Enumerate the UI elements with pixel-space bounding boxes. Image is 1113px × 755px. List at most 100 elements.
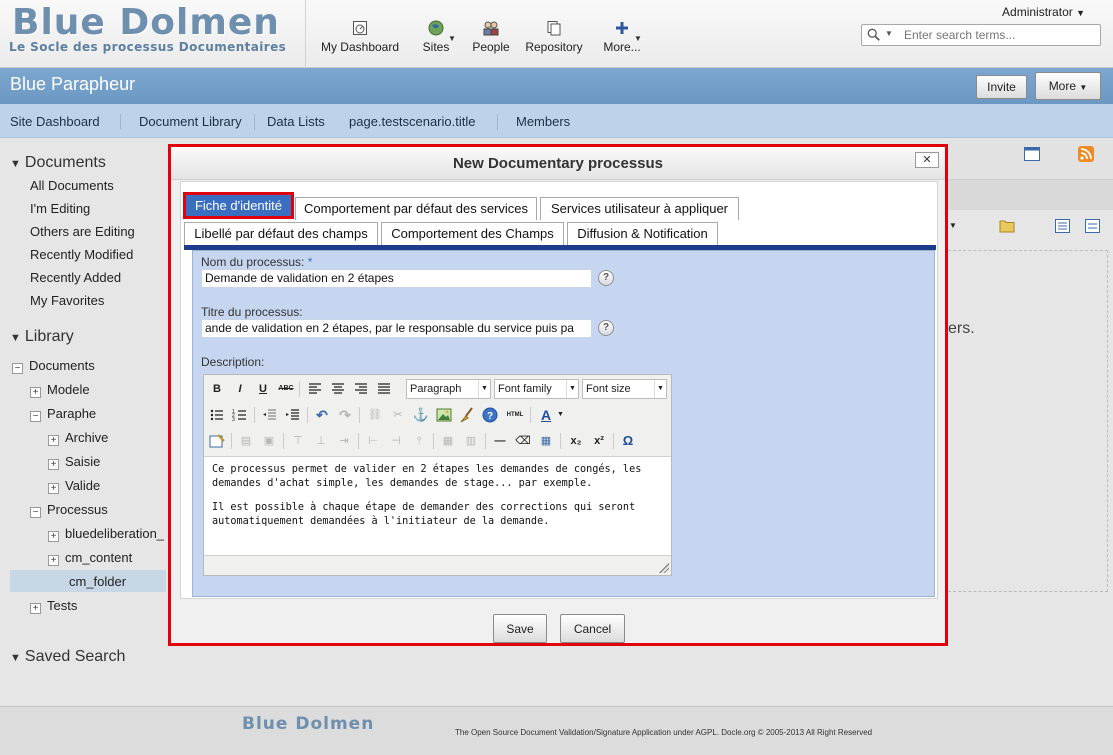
insert-col-after-icon[interactable]: ⊣ (387, 432, 405, 450)
subscript-icon[interactable]: x₂ (567, 432, 585, 450)
tab-comportement-champs[interactable]: Comportement des Champs (381, 222, 564, 245)
tab-libelle-champs[interactable]: Libellé par défaut des champs (184, 222, 378, 245)
tree-node-saisie[interactable]: + Saisie (48, 454, 100, 470)
font-size-select[interactable]: Font size ▼ (582, 379, 667, 399)
unlink-icon[interactable]: ✂ (389, 406, 407, 424)
search-box[interactable]: ▼ (861, 24, 1101, 46)
tree-node-valide[interactable]: + Valide (48, 478, 100, 494)
insert-col-before-icon[interactable]: ⊢ (364, 432, 382, 450)
collapse-icon[interactable]: − (12, 363, 23, 374)
tree-node-tests[interactable]: + Tests (30, 598, 77, 614)
expand-icon[interactable]: + (48, 555, 59, 566)
italic-icon[interactable]: I (231, 380, 249, 398)
filter-im-editing[interactable]: I'm Editing (30, 201, 90, 216)
image-icon[interactable] (435, 406, 453, 424)
remove-format-icon[interactable]: ⌫ (514, 432, 532, 450)
dropdown-caret-icon[interactable]: ▼ (949, 221, 957, 230)
anchor-icon[interactable]: ⚓ (412, 406, 430, 424)
nav-testscenario[interactable]: page.testscenario.title (349, 114, 475, 129)
tree-node-documents[interactable]: − Documents (12, 358, 95, 374)
text-color-caret-icon[interactable]: ▼ (557, 411, 564, 418)
table-row-props-icon[interactable]: ▤ (237, 432, 255, 450)
process-name-input[interactable]: Demande de validation en 2 étapes (201, 269, 592, 288)
nav-sites[interactable]: Sites ▼ (418, 20, 456, 54)
filter-recently-added[interactable]: Recently Added (30, 270, 121, 285)
link-icon[interactable]: ⛓ (366, 406, 384, 424)
filter-all-documents[interactable]: All Documents (30, 178, 114, 193)
expand-icon[interactable]: + (48, 459, 59, 470)
cleanup-brush-icon[interactable] (458, 406, 476, 424)
expand-icon[interactable]: + (30, 387, 41, 398)
horizontal-rule-icon[interactable]: — (491, 432, 509, 450)
tree-node-cm-content[interactable]: + cm_content (48, 550, 132, 566)
table-cell-props-icon[interactable]: ▣ (260, 432, 278, 450)
delete-col-icon[interactable]: ⫯ (410, 432, 428, 450)
insert-table-icon[interactable] (208, 432, 226, 450)
align-justify-icon[interactable] (375, 380, 393, 398)
text-color-icon[interactable]: A (537, 406, 555, 424)
insert-row-after-icon[interactable]: ⊥ (312, 432, 330, 450)
tab-comportement-services[interactable]: Comportement par défaut des services (295, 197, 537, 220)
nav-data-lists[interactable]: Data Lists (267, 114, 325, 129)
nav-members[interactable]: Members (516, 114, 570, 129)
nav-site-dashboard[interactable]: Site Dashboard (10, 114, 100, 129)
insert-row-before-icon[interactable]: ⊤ (289, 432, 307, 450)
help-icon[interactable]: ? (598, 270, 614, 286)
panel-toggle-icon[interactable] (1024, 147, 1040, 161)
site-more-button[interactable]: More ▼ (1035, 72, 1101, 100)
rss-icon[interactable] (1078, 146, 1094, 162)
underline-icon[interactable]: U (254, 380, 272, 398)
split-cells-icon[interactable]: ▦ (439, 432, 457, 450)
html-source-icon[interactable]: HTML (504, 406, 526, 424)
expand-icon[interactable]: + (48, 531, 59, 542)
align-center-icon[interactable] (329, 380, 347, 398)
close-button[interactable]: ✕ (915, 152, 939, 168)
detailed-view-icon[interactable] (1055, 219, 1070, 233)
resize-grip-icon[interactable] (659, 563, 669, 573)
process-title-input[interactable]: ande de validation en 2 étapes, par le r… (201, 319, 592, 338)
expand-icon[interactable]: + (48, 435, 59, 446)
align-left-icon[interactable] (306, 380, 324, 398)
folder-icon[interactable] (999, 219, 1015, 233)
search-icon[interactable] (867, 28, 881, 42)
filter-recently-modified[interactable]: Recently Modified (30, 247, 133, 262)
cancel-button[interactable]: Cancel (560, 614, 625, 643)
tree-node-bluedeliberation[interactable]: + bluedeliberation_ (48, 526, 164, 542)
bold-icon[interactable]: B (208, 380, 226, 398)
font-family-select[interactable]: Font family ▼ (494, 379, 579, 399)
search-options-caret-icon[interactable]: ▼ (885, 29, 893, 38)
delete-row-icon[interactable]: ⇥ (335, 432, 353, 450)
tree-node-modele[interactable]: + Modele (30, 382, 90, 398)
documents-section-header[interactable]: ▼ Documents (10, 154, 106, 172)
tab-fiche-identite[interactable]: Fiche d'identité (183, 192, 294, 219)
redo-icon[interactable]: ↷ (336, 406, 354, 424)
filter-my-favorites[interactable]: My Favorites (30, 293, 104, 308)
merge-cells-icon[interactable]: ▥ (462, 432, 480, 450)
outdent-icon[interactable] (261, 406, 279, 424)
undo-icon[interactable]: ↶ (313, 406, 331, 424)
filter-others-editing[interactable]: Others are Editing (30, 224, 135, 239)
tree-node-archive[interactable]: + Archive (48, 430, 108, 446)
collapse-icon[interactable]: − (30, 507, 41, 518)
help-icon[interactable]: ? (481, 406, 499, 424)
help-icon[interactable]: ? (598, 320, 614, 336)
nav-document-library[interactable]: Document Library (139, 114, 242, 129)
format-select[interactable]: Paragraph ▼ (406, 379, 491, 399)
align-right-icon[interactable] (352, 380, 370, 398)
tree-node-processus[interactable]: − Processus (30, 502, 108, 518)
visual-aid-icon[interactable]: ▦ (537, 432, 555, 450)
invite-button[interactable]: Invite (976, 75, 1027, 99)
numbered-list-icon[interactable]: 123 (231, 406, 249, 424)
tree-node-paraphe[interactable]: − Paraphe (30, 406, 96, 422)
expand-icon[interactable]: + (48, 483, 59, 494)
search-input[interactable] (902, 26, 1092, 44)
nav-repository[interactable]: Repository (523, 20, 585, 54)
indent-icon[interactable] (284, 406, 302, 424)
tab-services-utilisateur[interactable]: Services utilisateur à appliquer (540, 197, 739, 220)
collapse-icon[interactable]: − (30, 411, 41, 422)
expand-icon[interactable]: + (30, 603, 41, 614)
strikethrough-icon[interactable]: ABC (277, 380, 295, 398)
superscript-icon[interactable]: x² (590, 432, 608, 450)
special-char-icon[interactable]: Ω (619, 432, 637, 450)
logo-title[interactable]: Blue Dolmen (12, 2, 280, 43)
